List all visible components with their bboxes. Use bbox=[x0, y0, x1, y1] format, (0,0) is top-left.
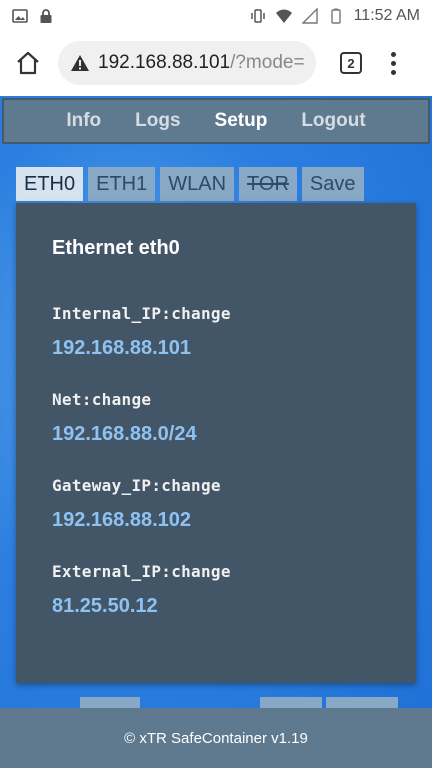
tab-switcher-button[interactable]: 2 bbox=[340, 52, 362, 74]
url-host: 192.168.88.101 bbox=[98, 52, 231, 73]
tab-wlan[interactable]: WLAN bbox=[160, 167, 235, 201]
tab-tor[interactable]: TOR bbox=[239, 167, 297, 201]
wifi-icon bbox=[275, 9, 292, 23]
nav-info[interactable]: Info bbox=[66, 110, 101, 132]
battery-icon bbox=[330, 8, 341, 24]
card-title: Ethernet eth0 bbox=[52, 237, 180, 259]
external-ip-value: 81.25.50.12 bbox=[52, 595, 158, 617]
tab-eth1[interactable]: ETH1 bbox=[88, 167, 156, 201]
clock: 11:52 AM bbox=[353, 7, 420, 24]
internal-ip-change-link[interactable]: Internal_IP:change bbox=[52, 304, 380, 323]
overflow-menu-icon[interactable] bbox=[388, 51, 398, 75]
address-bar[interactable]: 192.168.88.101/?mode= bbox=[58, 41, 316, 85]
gateway-ip-change-link[interactable]: Gateway_IP:change bbox=[52, 476, 380, 495]
top-navigation: Info Logs Setup Logout bbox=[2, 98, 430, 144]
ethernet-settings-card: Ethernet eth0 Internal_IP:change 192.168… bbox=[16, 203, 416, 683]
tab-eth0[interactable]: ETH0 bbox=[16, 167, 84, 201]
url-text: 192.168.88.101/?mode= bbox=[98, 52, 304, 74]
footer: © xTR SafeContainer v1.19 bbox=[0, 708, 432, 768]
home-button[interactable] bbox=[10, 45, 46, 81]
gateway-ip-value: 192.168.88.102 bbox=[52, 509, 192, 531]
setup-tabs: ETH0 ETH1 WLAN TOR Save bbox=[16, 167, 364, 201]
nav-logout[interactable]: Logout bbox=[301, 110, 365, 132]
lock-icon bbox=[40, 9, 52, 23]
warning-icon bbox=[71, 55, 89, 71]
nav-setup[interactable]: Setup bbox=[215, 110, 268, 132]
signal-icon bbox=[301, 8, 318, 24]
save-button[interactable]: Save bbox=[301, 167, 364, 201]
home-icon bbox=[17, 51, 39, 75]
url-path: /?mode= bbox=[230, 52, 304, 73]
vibrate-icon bbox=[250, 9, 265, 23]
web-page: Info Logs Setup Logout ETH0 ETH1 WLAN TO… bbox=[0, 96, 432, 768]
internal-ip-value: 192.168.88.101 bbox=[52, 337, 192, 359]
nav-logs[interactable]: Logs bbox=[135, 110, 180, 132]
net-change-link[interactable]: Net:change bbox=[52, 390, 380, 409]
image-icon bbox=[12, 9, 28, 23]
browser-toolbar: 192.168.88.101/?mode= 2 bbox=[0, 32, 432, 94]
external-ip-change-link[interactable]: External_IP:change bbox=[52, 562, 380, 581]
status-bar: 11:52 AM bbox=[0, 0, 432, 32]
net-value: 192.168.88.0/24 bbox=[52, 423, 197, 445]
